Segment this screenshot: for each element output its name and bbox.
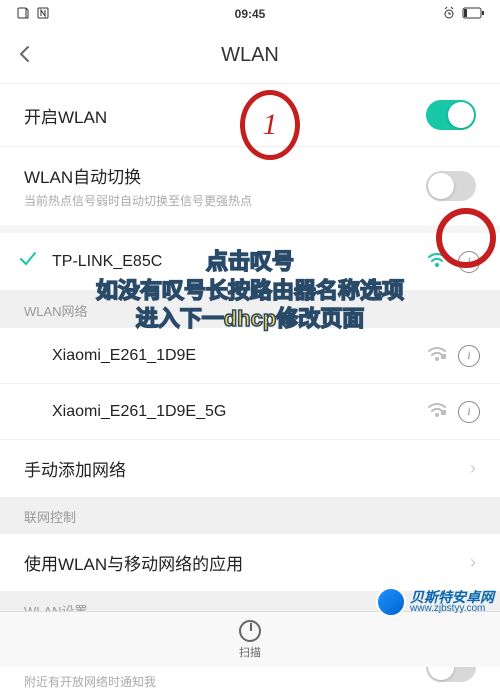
chevron-right-icon: › <box>470 458 476 479</box>
watermark-logo-icon <box>376 587 406 617</box>
alarm-icon <box>442 6 456 23</box>
wifi-icon <box>426 344 448 367</box>
network-row[interactable]: Xiaomi_E261_1D9E i <box>0 328 500 384</box>
check-icon <box>18 249 42 274</box>
section-control: 联网控制 <box>0 497 500 534</box>
network-name: Xiaomi_E261_1D9E <box>52 347 416 365</box>
header: WLAN <box>0 28 500 84</box>
wlan-autoswitch-sub: 当前热点信号弱时自动切换至信号更强热点 <box>24 192 426 209</box>
connected-network-name: TP-LINK_E85C <box>52 253 416 271</box>
connected-network-row[interactable]: TP-LINK_E85C i <box>0 233 500 291</box>
nfc-icon <box>36 6 50 23</box>
network-name: Xiaomi_E261_1D9E_5G <box>52 403 416 421</box>
network-info-button[interactable]: i <box>458 251 480 273</box>
chevron-right-icon: › <box>470 552 476 573</box>
battery-icon <box>462 7 484 22</box>
wlan-autoswitch-toggle[interactable] <box>426 171 476 201</box>
scan-button[interactable]: 扫描 <box>239 620 261 660</box>
net-notify-sub: 附近有开放网络时通知我 <box>24 673 426 690</box>
watermark-url: www.zjbstyy.com <box>410 604 494 614</box>
app-control-row[interactable]: 使用WLAN与移动网络的应用 › <box>0 534 500 591</box>
network-row[interactable]: Xiaomi_E261_1D9E_5G i <box>0 384 500 440</box>
app-control-label: 使用WLAN与移动网络的应用 <box>24 550 470 575</box>
manual-add-label: 手动添加网络 <box>24 456 470 481</box>
network-info-button[interactable]: i <box>458 401 480 423</box>
watermark-name: 贝斯特安卓网 <box>410 590 494 604</box>
wlan-enable-label: 开启WLAN <box>24 103 426 128</box>
scan-icon <box>239 620 261 642</box>
scan-label: 扫描 <box>239 644 261 660</box>
status-time: 09:45 <box>172 7 328 21</box>
status-bar: 09:45 <box>0 0 500 28</box>
section-networks: WLAN网络 <box>0 291 500 328</box>
page-title: WLAN <box>16 44 484 67</box>
wlan-autoswitch-row[interactable]: WLAN自动切换 当前热点信号弱时自动切换至信号更强热点 <box>0 147 500 225</box>
network-info-button[interactable]: i <box>458 345 480 367</box>
wifi-icon <box>426 250 448 273</box>
manual-add-row[interactable]: 手动添加网络 › <box>0 440 500 497</box>
watermark: 贝斯特安卓网 www.zjbstyy.com <box>376 587 494 617</box>
sim-icon <box>16 6 30 23</box>
wlan-autoswitch-label: WLAN自动切换 <box>24 163 426 188</box>
wlan-enable-toggle[interactable] <box>426 100 476 130</box>
bottom-bar: 扫描 <box>0 611 500 667</box>
wlan-enable-row[interactable]: 开启WLAN <box>0 84 500 147</box>
wifi-icon <box>426 400 448 423</box>
